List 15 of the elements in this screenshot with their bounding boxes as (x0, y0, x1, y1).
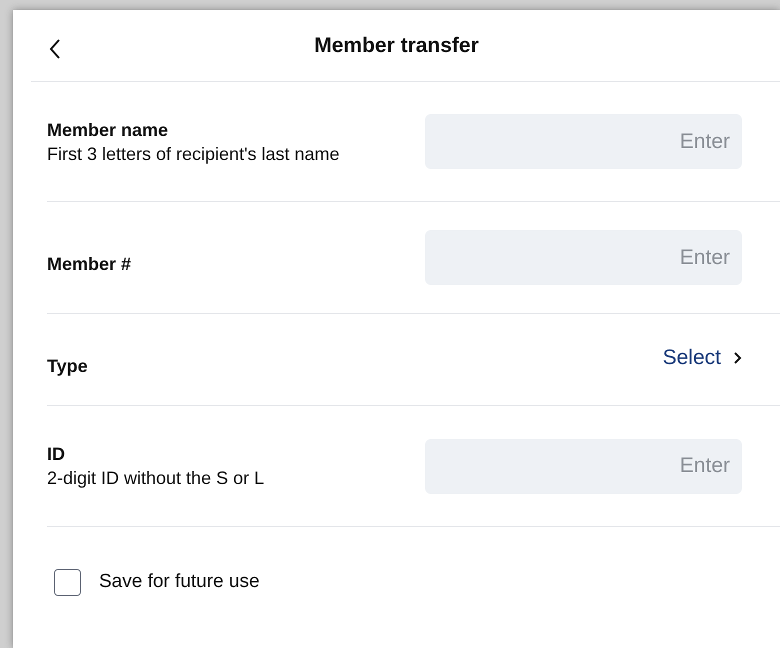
field-label: Type (47, 354, 88, 378)
checkbox[interactable] (54, 568, 81, 596)
chevron-right-icon (733, 350, 742, 364)
field-hint: 2-digit ID without the S or L (47, 467, 264, 490)
field-hint: First 3 letters of recipient's last name (47, 142, 340, 166)
input-field[interactable]: Enter (425, 114, 742, 169)
input-field[interactable]: Enter (425, 438, 742, 494)
input-field[interactable]: Enter (425, 230, 742, 285)
checkbox-label: Save for future use (99, 570, 260, 594)
field-label: ID (47, 443, 66, 466)
select-button[interactable]: Select (662, 342, 742, 374)
field-label: Member # (47, 252, 132, 276)
back-icon (49, 38, 61, 60)
field-label: Member name (47, 118, 170, 142)
page-title: Member transfer (314, 32, 479, 59)
